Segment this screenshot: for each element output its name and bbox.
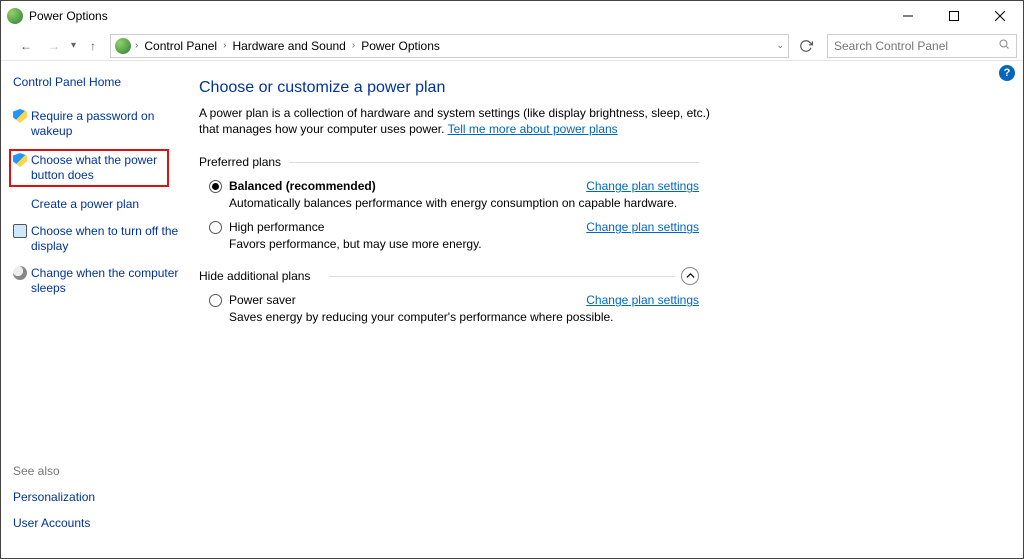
change-plan-settings-high[interactable]: Change plan settings	[586, 220, 699, 234]
plan-power-saver: Power saver Change plan settings Saves e…	[209, 293, 699, 324]
shield-icon	[13, 109, 27, 123]
content-body: Control Panel Home Require a password on…	[1, 61, 1023, 558]
sidebar-item-turn-off-display[interactable]: Choose when to turn off the display	[13, 222, 187, 256]
sidebar-item-label: Require a password on wakeup	[31, 109, 183, 139]
sidebar-item-label: Choose when to turn off the display	[31, 224, 183, 254]
radio-balanced[interactable]	[209, 180, 222, 193]
plan-name-balanced[interactable]: Balanced (recommended)	[229, 179, 376, 193]
close-button[interactable]	[977, 1, 1023, 31]
preferred-plans-label: Preferred plans	[199, 155, 699, 169]
titlebar: Power Options	[1, 1, 1023, 31]
plan-balanced: Balanced (recommended) Change plan setti…	[209, 179, 699, 210]
change-plan-settings-saver[interactable]: Change plan settings	[586, 293, 699, 307]
sidebar-item-label: Change when the computer sleeps	[31, 266, 183, 296]
address-icon	[115, 38, 131, 54]
breadcrumb-hardware-sound[interactable]: Hardware and Sound	[230, 39, 347, 53]
main-panel: Choose or customize a power plan A power…	[187, 61, 1023, 558]
see-also-user-accounts[interactable]: User Accounts	[13, 514, 187, 532]
sidebar-bottom: See also Personalization User Accounts	[13, 464, 187, 558]
see-also-personalization[interactable]: Personalization	[13, 488, 187, 506]
radio-high-performance[interactable]	[209, 221, 222, 234]
monitor-icon	[13, 224, 27, 238]
page-heading: Choose or customize a power plan	[199, 79, 993, 97]
breadcrumb-power-options[interactable]: Power Options	[359, 39, 442, 53]
search-box[interactable]	[827, 34, 1017, 58]
shield-icon	[13, 153, 27, 167]
minimize-button[interactable]	[885, 1, 931, 31]
chevron-right-icon[interactable]: ›	[352, 40, 355, 51]
preferred-plans-section: Preferred plans Balanced (recommended) C…	[199, 155, 699, 251]
maximize-button[interactable]	[931, 1, 977, 31]
address-bar[interactable]: › Control Panel › Hardware and Sound › P…	[110, 34, 789, 58]
plan-name-high[interactable]: High performance	[229, 220, 324, 234]
refresh-button[interactable]	[795, 35, 817, 57]
sidebar: Control Panel Home Require a password on…	[1, 61, 187, 558]
see-also-link-label: User Accounts	[13, 516, 90, 530]
sidebar-item-create-plan[interactable]: Create a power plan	[13, 195, 187, 214]
sidebar-item-require-password[interactable]: Require a password on wakeup	[13, 107, 187, 141]
tell-me-more-link[interactable]: Tell me more about power plans	[448, 122, 618, 136]
search-icon[interactable]	[998, 38, 1010, 53]
window-title: Power Options	[29, 9, 108, 23]
plan-desc-high: Favors performance, but may use more ene…	[229, 237, 699, 251]
page-description: A power plan is a collection of hardware…	[199, 105, 719, 137]
breadcrumb-control-panel[interactable]: Control Panel	[142, 39, 219, 53]
chevron-right-icon[interactable]: ›	[135, 40, 138, 51]
search-input[interactable]	[834, 39, 998, 53]
sidebar-item-computer-sleeps[interactable]: Change when the computer sleeps	[13, 264, 187, 298]
plan-high-performance: High performance Change plan settings Fa…	[209, 220, 699, 251]
sidebar-item-label: Choose what the power button does	[31, 153, 165, 183]
up-button[interactable]: ↑	[82, 35, 104, 57]
back-button[interactable]: ←	[15, 35, 37, 57]
recent-dropdown-icon[interactable]: ▾	[71, 40, 76, 51]
blank-icon	[13, 197, 27, 211]
help-button[interactable]: ?	[999, 65, 1015, 81]
forward-button[interactable]: →	[43, 35, 65, 57]
chevron-right-icon[interactable]: ›	[223, 40, 226, 51]
radio-power-saver[interactable]	[209, 294, 222, 307]
change-plan-settings-balanced[interactable]: Change plan settings	[586, 179, 699, 193]
additional-plans-section: Hide additional plans Power saver Change…	[199, 269, 699, 324]
control-panel-home-link[interactable]: Control Panel Home	[13, 75, 187, 89]
plan-desc-balanced: Automatically balances performance with …	[229, 196, 699, 210]
moon-icon	[13, 266, 27, 280]
see-also-link-label: Personalization	[13, 490, 95, 504]
sidebar-item-label: Create a power plan	[31, 197, 139, 212]
address-dropdown-icon[interactable]: ⌄	[776, 40, 784, 51]
plan-name-saver[interactable]: Power saver	[229, 293, 296, 307]
window-controls	[885, 1, 1023, 31]
sidebar-item-power-button[interactable]: Choose what the power button does	[9, 149, 169, 187]
power-options-icon	[7, 8, 23, 24]
navbar: ← → ▾ ↑ › Control Panel › Hardware and S…	[1, 31, 1023, 61]
hide-additional-plans-label[interactable]: Hide additional plans	[199, 269, 699, 283]
plan-desc-saver: Saves energy by reducing your computer's…	[229, 310, 699, 324]
see-also-label: See also	[13, 464, 187, 478]
